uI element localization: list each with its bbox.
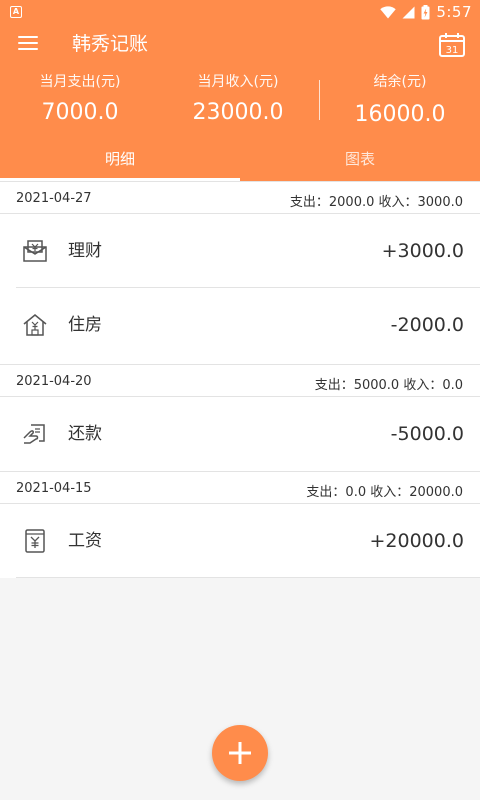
item-category: 住房 [68,315,102,335]
income-label: 当月收入(元) [197,74,279,90]
date-group-header: 2021-04-15 支出：0.0 收入：20000.0 [0,471,480,504]
signal-icon [402,6,415,18]
hamburger-menu-icon[interactable] [18,36,38,52]
finance-icon [23,240,47,262]
record-list[interactable]: 2021-04-27 支出：2000.0 收入：3000.0 理财 +3000.… [0,181,480,578]
summary-header: 韩秀记账 31 当月支出(元) 7000.0 当月收入(元) 23000.0 结… [0,24,480,181]
tab-bar: 明细 图表 [0,148,480,181]
group-summary: 支出：2000.0 收入：3000.0 [289,195,463,210]
group-summary: 支出：0.0 收入：20000.0 [306,485,463,500]
group-date: 2021-04-15 [16,481,92,496]
list-item[interactable]: 还款 -5000.0 [0,397,480,471]
calendar-day: 31 [446,45,459,56]
salary-icon [25,529,45,553]
housing-icon [23,314,47,336]
calendar-icon: 31 [439,33,465,57]
wifi-icon [380,5,397,18]
group-date: 2021-04-20 [16,374,92,389]
battery-icon [421,4,430,19]
stats-divider [319,80,320,120]
add-record-button[interactable] [212,725,268,781]
monthly-stats: 当月支出(元) 7000.0 当月收入(元) 23000.0 结余(元) 160… [0,72,480,132]
tab-details[interactable]: 明细 [0,148,240,181]
app-title: 韩秀记账 [72,33,149,55]
clock: 5:57 [436,3,472,21]
list-item[interactable]: 理财 +3000.0 [0,214,480,288]
status-bar: A 5:57 [0,0,480,24]
plus-icon [229,742,251,764]
row-divider [16,577,480,578]
date-group-header: 2021-04-20 支出：5000.0 收入：0.0 [0,364,480,397]
item-category: 还款 [68,424,102,444]
item-category: 理财 [68,241,102,261]
app-notification-icon: A [10,6,22,18]
item-category: 工资 [68,531,102,551]
tab-charts[interactable]: 图表 [240,148,480,181]
repayment-icon [23,424,45,444]
item-amount: -2000.0 [390,314,464,336]
balance-stat: 结余(元) 16000.0 [340,72,460,130]
list-item[interactable]: 工资 +20000.0 [0,504,480,578]
expense-value: 7000.0 [41,100,119,125]
expense-label: 当月支出(元) [39,74,121,90]
item-amount: -5000.0 [390,423,464,445]
balance-value: 16000.0 [354,102,446,127]
list-item[interactable]: 住房 -2000.0 [0,288,480,362]
calendar-button[interactable]: 31 [438,32,466,58]
income-stat: 当月收入(元) 23000.0 [178,72,298,128]
date-group-header: 2021-04-27 支出：2000.0 收入：3000.0 [0,181,480,214]
group-summary: 支出：5000.0 收入：0.0 [314,378,463,393]
item-amount: +20000.0 [369,530,465,552]
group-date: 2021-04-27 [16,191,92,206]
income-value: 23000.0 [192,100,284,125]
balance-label: 结余(元) [373,74,427,90]
item-amount: +3000.0 [381,240,464,262]
toolbar: 韩秀记账 31 [0,24,480,64]
expense-stat: 当月支出(元) 7000.0 [20,72,140,128]
